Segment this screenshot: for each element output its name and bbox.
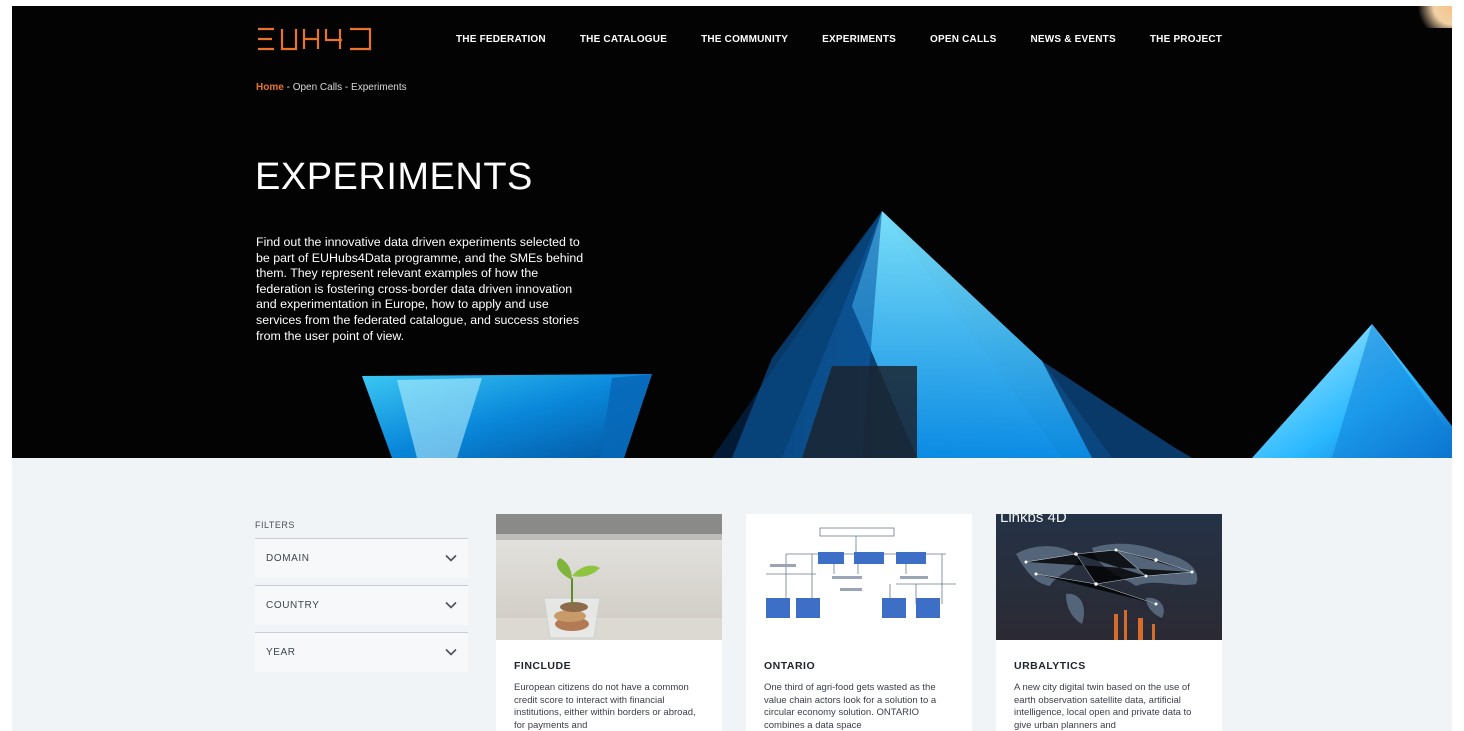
- nav-item-news-events[interactable]: NEWS & EVENTS: [1030, 34, 1115, 45]
- card-image-world-network: Linkbs 4D: [996, 514, 1222, 640]
- card-title: FINCLUDE: [514, 660, 572, 672]
- nav-item-federation[interactable]: THE FEDERATION: [456, 34, 546, 45]
- breadcrumb: Home - Open Calls - Experiments: [256, 82, 407, 93]
- card-text: European citizens do not have a common c…: [514, 682, 696, 731]
- breadcrumb-home[interactable]: Home: [256, 82, 284, 93]
- page: THE FEDERATION THE CATALOGUE THE COMMUNI…: [0, 0, 1464, 731]
- hero-banner: THE FEDERATION THE CATALOGUE THE COMMUNI…: [12, 6, 1452, 458]
- corner-accent: [1412, 6, 1452, 28]
- filter-label: DOMAIN: [266, 553, 310, 564]
- card-image-plant-jar: [496, 514, 722, 640]
- euh4d-logo[interactable]: [256, 26, 374, 52]
- experiment-card-ontario[interactable]: ONTARIO One third of agri-food gets wast…: [746, 514, 972, 731]
- filter-label: YEAR: [266, 647, 296, 658]
- page-title: EXPERIMENTS: [255, 156, 533, 198]
- nav-item-open-calls[interactable]: OPEN CALLS: [930, 34, 996, 45]
- breadcrumb-open-calls[interactable]: Open Calls: [293, 82, 342, 93]
- experiments-section: FILTERS DOMAIN COUNTRY YEAR FINCLUDE Eur…: [12, 458, 1452, 731]
- nav-item-catalogue[interactable]: THE CATALOGUE: [580, 34, 667, 45]
- nav-item-community[interactable]: THE COMMUNITY: [701, 34, 788, 45]
- breadcrumb-separator: -: [342, 82, 352, 93]
- card-image-flow-diagram: [746, 514, 972, 640]
- filters-label: FILTERS: [255, 520, 295, 530]
- filter-domain[interactable]: DOMAIN: [255, 538, 468, 578]
- hero-description: Find out the innovative data driven expe…: [256, 235, 584, 343]
- filter-year[interactable]: YEAR: [255, 632, 468, 672]
- nav-items: THE FEDERATION THE CATALOGUE THE COMMUNI…: [456, 34, 1256, 45]
- hero-prisms-image: [362, 211, 1452, 458]
- card-title: ONTARIO: [764, 660, 816, 672]
- main-nav: THE FEDERATION THE CATALOGUE THE COMMUNI…: [256, 24, 1256, 54]
- card-text: A new city digital twin based on the use…: [1014, 682, 1192, 731]
- nav-item-project[interactable]: THE PROJECT: [1150, 34, 1222, 45]
- chevron-down-icon: [445, 554, 457, 562]
- breadcrumb-current: Experiments: [351, 82, 407, 93]
- chevron-down-icon: [445, 648, 457, 656]
- chevron-down-icon: [445, 601, 457, 609]
- filter-label: COUNTRY: [266, 600, 320, 611]
- experiment-card-finclude[interactable]: FINCLUDE European citizens do not have a…: [496, 514, 722, 731]
- card-text: One third of agri-food gets wasted as th…: [764, 682, 937, 731]
- experiment-card-urbalytics[interactable]: Linkbs 4D URBALYTICS A new city digital …: [996, 514, 1222, 731]
- nav-item-experiments[interactable]: EXPERIMENTS: [822, 34, 896, 45]
- card-image-caption: Linkbs 4D: [1000, 514, 1067, 526]
- filter-country[interactable]: COUNTRY: [255, 585, 468, 625]
- filters-panel: FILTERS DOMAIN COUNTRY YEAR: [255, 520, 468, 679]
- breadcrumb-separator: -: [283, 82, 293, 93]
- card-title: URBALYTICS: [1014, 660, 1086, 672]
